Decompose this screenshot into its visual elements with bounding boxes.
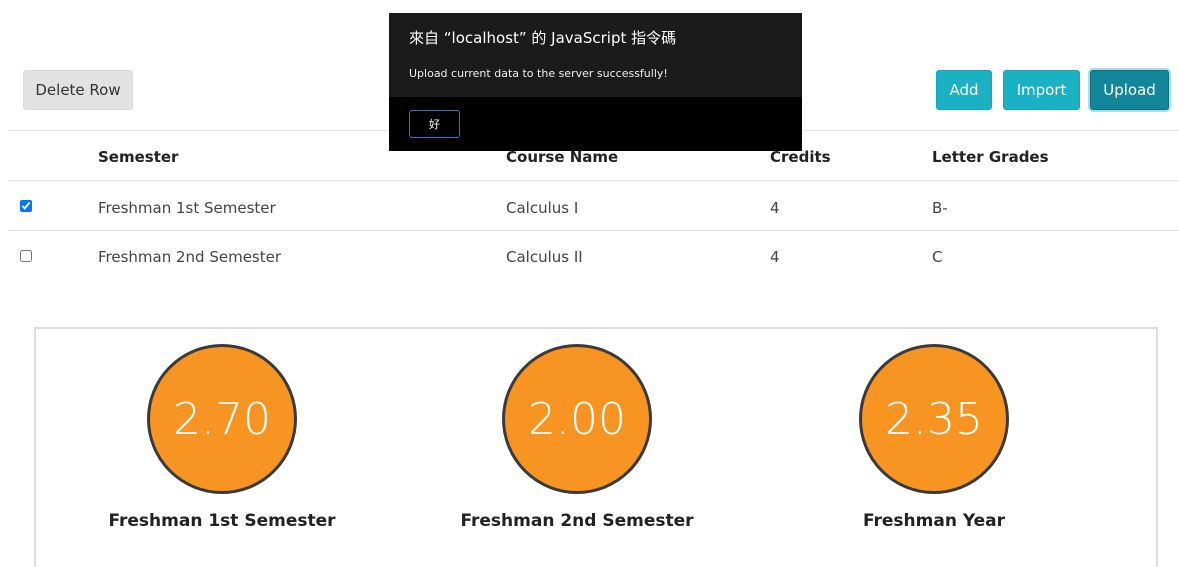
row-select-checkbox[interactable] — [20, 200, 32, 212]
cell-course-name[interactable]: Calculus II — [506, 248, 583, 266]
header-letter-grades: Letter Grades — [932, 148, 1049, 166]
gpa-label: Freshman 1st Semester — [108, 511, 336, 531]
alert-dialog: 來自 “localhost” 的 JavaScript 指令碼 Upload c… — [389, 13, 802, 151]
cell-letter-grade[interactable]: C — [932, 248, 942, 266]
upload-button[interactable]: Upload — [1090, 70, 1169, 110]
row-select-checkbox[interactable] — [20, 250, 32, 262]
import-button[interactable]: Import — [1003, 70, 1080, 110]
cell-course-name[interactable]: Calculus I — [506, 199, 578, 217]
gpa-circle: 2.70 — [147, 344, 297, 494]
header-semester: Semester — [98, 148, 179, 166]
dialog-ok-button[interactable]: 好 — [409, 110, 460, 138]
gpa-circle: 2.00 — [502, 344, 652, 494]
cell-letter-grade[interactable]: B- — [932, 199, 948, 217]
gpa-circle: 2.35 — [859, 344, 1009, 494]
delete-row-button[interactable]: Delete Row — [23, 70, 133, 110]
dialog-title: 來自 “localhost” 的 JavaScript 指令碼 — [409, 29, 677, 47]
dialog-message: Upload current data to the server succes… — [409, 67, 668, 80]
cell-credits[interactable]: 4 — [770, 248, 780, 266]
gpa-label: Freshman Year — [862, 511, 1005, 531]
add-button[interactable]: Add — [936, 70, 992, 110]
grade-calculator-page: Delete Row Add Import Upload Semester Co… — [0, 0, 1179, 567]
cell-semester[interactable]: Freshman 1st Semester — [98, 199, 276, 217]
cell-credits[interactable]: 4 — [770, 199, 780, 217]
table-divider — [8, 180, 1179, 181]
cell-semester[interactable]: Freshman 2nd Semester — [98, 248, 281, 266]
gpa-summary-panel: 2.70 Freshman 1st Semester 2.00 Freshman… — [34, 327, 1158, 567]
table-divider — [8, 230, 1179, 231]
gpa-label: Freshman 2nd Semester — [460, 511, 694, 531]
dialog-footer: 好 — [389, 97, 802, 151]
